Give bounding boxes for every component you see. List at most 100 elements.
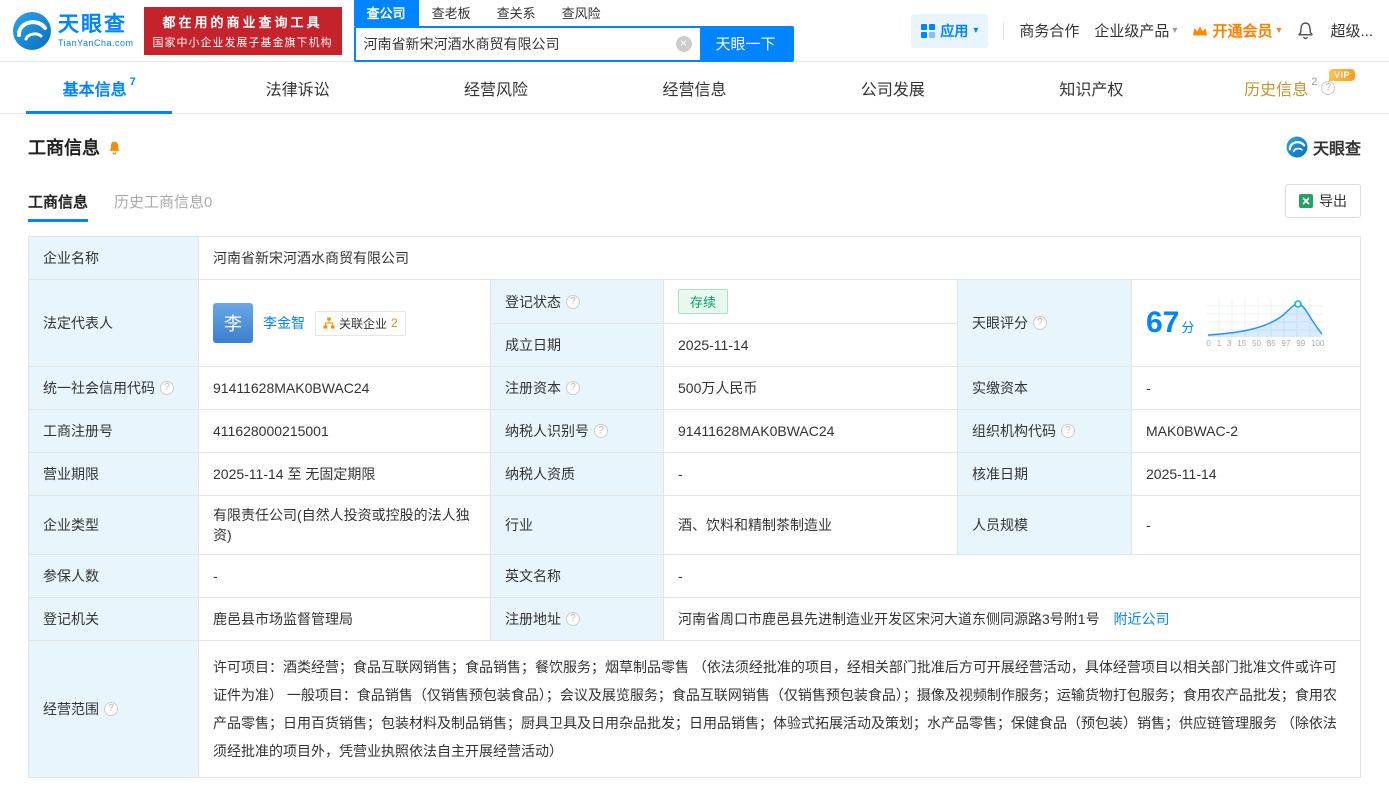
promo-line1: 都在用的商业查询工具: [162, 14, 323, 30]
address-label: 注册地址?: [490, 597, 664, 641]
company-name-label: 企业名称: [28, 236, 199, 280]
search-box: × 天眼一下: [353, 25, 794, 62]
english-name-label: 英文名称: [490, 554, 664, 598]
taxpayer-quality-value: -: [663, 452, 958, 496]
chevron-down-icon: ▾: [1172, 25, 1178, 36]
tianyancha-logo-icon: [1286, 136, 1308, 158]
chevron-down-icon: ▾: [973, 25, 979, 36]
tianyan-score-value[interactable]: 67 分 0 1 3 15 50 85 97 99 100: [1131, 279, 1361, 367]
reg-number-label: 工商注册号: [28, 409, 199, 453]
company-name-value: 河南省新宋河酒水商贸有限公司: [198, 236, 1361, 280]
table-row: 企业类型 有限责任公司(自然人投资或控股的法人独资) 行业 酒、饮料和精制茶制造…: [28, 495, 1361, 555]
table-row: 法定代表人 李 李金智 关联企业 2 登记状态 ? 存续 天眼评分 ? 67 分…: [28, 279, 1361, 367]
super-vip-link[interactable]: 超级...: [1330, 20, 1373, 41]
help-icon[interactable]: ?: [104, 702, 118, 716]
reg-status-value: 存续: [663, 279, 958, 324]
table-row: 营业期限 2025-11-14 至 无固定期限 纳税人资质 - 核准日期 202…: [28, 452, 1361, 496]
search-tab-boss[interactable]: 查老板: [419, 0, 484, 26]
industry-value: 酒、饮料和精制茶制造业: [663, 495, 958, 555]
apps-button[interactable]: 应用 ▾: [911, 13, 989, 48]
score-axis: 0 1 3 15 50 85 97 99 100: [1206, 339, 1325, 348]
business-term-label: 营业期限: [28, 452, 199, 496]
search-tabs: 查公司 查老板 查关系 查风险: [353, 0, 794, 26]
clear-search-icon[interactable]: ×: [675, 35, 692, 52]
help-icon[interactable]: ?: [566, 381, 580, 395]
business-info-table: 企业名称 河南省新宋河酒水商贸有限公司 法定代表人 李 李金智 关联企业 2 登…: [28, 236, 1361, 778]
enterprise-product-link[interactable]: 企业级产品 ▾: [1094, 20, 1177, 41]
staff-size-label: 人员规模: [957, 495, 1132, 555]
reg-status-label: 登记状态?: [490, 279, 664, 324]
tab-basic-info[interactable]: 基本信息 7: [0, 62, 198, 114]
apps-grid-icon: [921, 23, 936, 38]
export-button[interactable]: 导出: [1285, 184, 1361, 218]
table-row: 工商注册号 411628000215001 纳税人识别号? 91411628MA…: [28, 409, 1361, 453]
subtab-history-business-info[interactable]: 历史工商信息0: [114, 191, 212, 222]
tab-operation-info[interactable]: 经营信息: [595, 62, 793, 113]
section-header: 工商信息 天眼查: [28, 134, 1361, 160]
notification-bell-icon[interactable]: [1296, 21, 1315, 40]
chevron-down-icon: ▾: [1276, 25, 1282, 36]
score-number: 67 分: [1146, 306, 1195, 339]
help-icon[interactable]: ?: [566, 612, 580, 626]
search-tab-relation[interactable]: 查关系: [484, 0, 549, 26]
table-row: 参保人数 - 英文名称 -: [28, 554, 1361, 598]
score-curve-chart: 0 1 3 15 50 85 97 99 100: [1206, 298, 1325, 348]
credit-code-label: 统一社会信用代码?: [28, 366, 199, 410]
subtab-business-info[interactable]: 工商信息: [28, 191, 89, 222]
paid-capital-label: 实缴资本: [957, 366, 1132, 410]
crown-icon: [1193, 25, 1208, 35]
reg-number-value: 411628000215001: [198, 409, 491, 453]
nearby-companies-link[interactable]: 附近公司: [1113, 611, 1169, 627]
table-row: 统一社会信用代码? 91411628MAK0BWAC24 注册资本? 500万人…: [28, 366, 1361, 410]
tianyancha-logo[interactable]: 天眼查 TianYanCha.com: [12, 11, 134, 51]
help-icon[interactable]: ?: [160, 381, 174, 395]
help-icon[interactable]: ?: [1061, 424, 1075, 438]
tab-history-info[interactable]: 历史信息 2 ? VIP: [1191, 62, 1389, 113]
search-tab-company[interactable]: 查公司: [353, 0, 419, 26]
search-button[interactable]: 天眼一下: [699, 27, 792, 60]
tab-count: 2: [1311, 75, 1318, 88]
company-type-label: 企业类型: [28, 495, 199, 555]
legal-rep-avatar[interactable]: 李: [213, 303, 253, 343]
help-icon[interactable]: ?: [1321, 80, 1336, 95]
company-nav-tabs: 基本信息 7 法律诉讼 经营风险 经营信息 公司发展 知识产权 历史信息 2 ?…: [0, 62, 1389, 114]
insured-count-label: 参保人数: [28, 554, 199, 598]
vip-badge: VIP: [1328, 69, 1355, 81]
establish-date-label: 成立日期: [490, 323, 664, 367]
related-companies-badge[interactable]: 关联企业 2: [315, 310, 406, 336]
excel-icon: [1299, 194, 1313, 208]
staff-size-value: -: [1131, 495, 1361, 555]
taxpayer-quality-label: 纳税人资质: [490, 452, 664, 496]
table-row: 登记机关 鹿邑县市场监督管理局 注册地址? 河南省周口市鹿邑县先进制造业开发区宋…: [28, 597, 1361, 641]
subscribe-bell-icon[interactable]: [107, 140, 122, 155]
tab-legal-proceedings[interactable]: 法律诉讼: [198, 62, 396, 113]
legal-rep-name-link[interactable]: 李金智: [263, 313, 305, 333]
help-icon[interactable]: ?: [566, 294, 580, 309]
search-input[interactable]: [355, 27, 676, 60]
business-cooperation-link[interactable]: 商务合作: [1019, 20, 1079, 41]
business-scope-value: 许可项目：酒类经营；食品互联网销售；食品销售；餐饮服务；烟草制品零售 （依法须经…: [198, 640, 1361, 778]
help-icon[interactable]: ?: [594, 424, 608, 438]
reg-capital-value: 500万人民币: [663, 366, 958, 410]
tianyancha-watermark: 天眼查: [1286, 135, 1361, 159]
paid-capital-value: -: [1131, 366, 1361, 410]
promo-badge: 都在用的商业查询工具 国家中小企业发展子基金旗下机构: [143, 6, 342, 55]
tab-operation-risk[interactable]: 经营风险: [397, 62, 595, 113]
tab-count: 7: [129, 75, 136, 88]
tab-company-development[interactable]: 公司发展: [794, 62, 992, 113]
help-icon[interactable]: ?: [1033, 316, 1047, 330]
menu-divider: [1003, 21, 1005, 40]
search-tab-risk[interactable]: 查风险: [549, 0, 614, 26]
reg-authority-label: 登记机关: [28, 597, 199, 641]
tianyancha-app: 天眼查 TianYanCha.com 都在用的商业查询工具 国家中小企业发展子基…: [0, 0, 1389, 792]
reg-authority-value: 鹿邑县市场监督管理局: [198, 597, 491, 641]
approval-date-value: 2025-11-14: [1131, 452, 1361, 496]
company-type-value: 有限责任公司(自然人投资或控股的法人独资): [198, 495, 491, 555]
promo-line2: 国家中小企业发展子基金旗下机构: [152, 36, 333, 49]
header-right-menu: 应用 ▾ 商务合作 企业级产品 ▾ 开通会员 ▾ 超级...: [911, 13, 1373, 48]
open-vip-link[interactable]: 开通会员 ▾: [1192, 20, 1281, 41]
section-title: 工商信息: [28, 138, 100, 158]
business-info-card: 工商信息 天眼查 工商信息 历史工商信息0 导出 企业名称 河南省新宋河酒水商贸…: [0, 114, 1389, 792]
org-code-value: MAK0BWAC-2: [1131, 409, 1361, 453]
tab-intellectual-property[interactable]: 知识产权: [992, 62, 1190, 113]
